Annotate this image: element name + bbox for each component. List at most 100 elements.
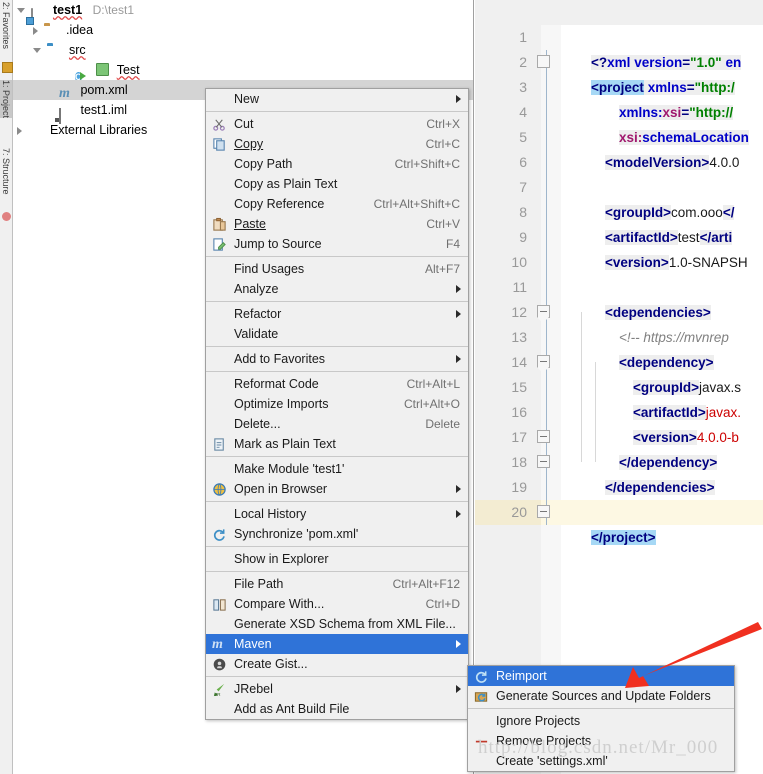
menu-item-label: Copy Path [234,157,293,171]
chevron-down-icon[interactable] [17,8,25,14]
menu-item-open-in-browser[interactable]: Open in Browser [206,479,468,499]
submenu-item-label: Ignore Projects [496,714,581,728]
menu-item-add-as-ant-build-file[interactable]: Add as Ant Build File [206,699,468,719]
menu-item-label: Create Gist... [234,657,308,671]
code-line-1: <?xml version="1.0" en [591,55,742,70]
menu-item-reformat-code[interactable]: Reformat Code Ctrl+Alt+L [206,374,468,394]
chevron-right-icon[interactable] [17,126,22,135]
chevron-right-icon[interactable] [33,26,38,35]
line-number: 16 [511,404,527,420]
tree-node-idea[interactable]: .idea [13,20,473,40]
menu-item-accel: Ctrl+Shift+C [394,157,460,171]
tree-node-label: Test [116,63,140,77]
submenu-arrow-icon [456,355,461,363]
menu-item-delete[interactable]: Delete... Delete [206,414,468,434]
code-line-18: </dependencies> [605,480,715,495]
menu-separator [206,501,468,502]
maven-m-icon: m [59,85,70,101]
java-class-icon: C [75,64,90,82]
menu-item-maven[interactable]: m Maven [206,634,468,654]
tree-node-label: External Libraries [49,123,148,137]
menu-item-accel: Ctrl+Alt+O [403,397,460,411]
menu-item-label: Add to Favorites [234,352,326,366]
menu-item-label: Analyze [234,282,279,296]
folder-blue-icon [47,44,62,58]
menu-item-create-gist[interactable]: Create Gist... [206,654,468,674]
tool-button-project[interactable]: 1: Project [0,80,12,119]
chevron-down-icon[interactable] [33,48,41,54]
module-path: D:\test1 [92,3,134,17]
menu-item-copy-path[interactable]: Copy Path Ctrl+Shift+C [206,154,468,174]
unlock-icon [96,63,110,76]
menu-item-new[interactable]: New [206,89,468,109]
code-line-2: <project xmlns="http:/ [591,80,735,95]
menu-item-synchronize[interactable]: Synchronize 'pom.xml' [206,524,468,544]
line-number: 8 [519,204,527,220]
menu-item-cut[interactable]: Cut Ctrl+X [206,114,468,134]
browser-icon [213,483,226,496]
menu-item-show-in-explorer[interactable]: Show in Explorer [206,549,468,569]
menu-item-find-usages[interactable]: Find Usages Alt+F7 [206,259,468,279]
menu-item-analyze[interactable]: Analyze [206,279,468,299]
menu-item-jrebel[interactable]: JR JRebel [206,679,468,699]
menu-item-add-to-favorites[interactable]: Add to Favorites [206,349,468,369]
line-number: 1 [519,29,527,45]
jrebel-icon: JR [213,683,225,697]
line-number: 7 [519,179,527,195]
menu-item-paste[interactable]: Paste Ctrl+V [206,214,468,234]
menu-item-label: Copy Reference [234,197,325,211]
tool-button-structure[interactable]: 7: Structure [0,148,12,195]
tree-node-test1[interactable]: test1 D:\test1 [13,0,473,24]
line-number: 18 [511,454,527,470]
fold-tri-dependency [537,367,549,373]
submenu-arrow-icon [456,285,461,293]
menu-item-accel: Ctrl+Alt+F12 [392,577,460,591]
menu-item-compare-with[interactable]: Compare With... Ctrl+D [206,594,468,614]
line-number: 5 [519,129,527,145]
code-line-16: <version>4.0.0-b [633,430,739,445]
fold-box-project[interactable] [537,55,550,68]
code-line-7: <groupId>com.ooo</ [605,205,735,220]
menu-item-accel: Ctrl+V [426,217,460,231]
menu-item-label: Refactor [234,307,282,321]
fold-box-dependencies-end[interactable] [537,455,550,468]
menu-item-refactor[interactable]: Refactor [206,304,468,324]
menu-item-label: New [234,92,260,106]
menu-item-make-module[interactable]: Make Module 'test1' [206,459,468,479]
submenu-item-ignore-projects[interactable]: Ignore Projects [468,711,734,731]
tree-node-src[interactable]: src [13,40,473,60]
menu-item-mark-as-plain-text[interactable]: Mark as Plain Text [206,434,468,454]
code-editor[interactable]: 1 2 3 4 5 6 7 8 9 10 11 12 13 14 15 16 1… [475,0,763,774]
menu-item-validate[interactable]: Validate [206,324,468,344]
tool-button-favorites[interactable]: 2: Favorites [0,2,12,49]
submenu-item-generate-sources[interactable]: Generate Sources and Update Folders [468,686,734,706]
submenu-item-reimport[interactable]: Reimport [468,666,734,686]
menu-item-local-history[interactable]: Local History [206,504,468,524]
menu-separator [206,676,468,677]
code-line-9: <version>1.0-SNAPSH [605,255,748,270]
favorites-icon [2,62,13,73]
module-icon [31,4,46,24]
line-number: 13 [511,329,527,345]
menu-item-label: Make Module 'test1' [234,462,345,476]
menu-item-copy-as-plain-text[interactable]: Copy as Plain Text [206,174,468,194]
menu-item-label: Maven [234,637,272,651]
line-number: 2 [519,54,527,70]
menu-item-copy[interactable]: Copy Ctrl+C [206,134,468,154]
menu-separator [206,371,468,372]
code-line-20: </project> [591,530,656,545]
menu-item-file-path[interactable]: File Path Ctrl+Alt+F12 [206,574,468,594]
line-number: 20 [511,504,527,520]
menu-item-optimize-imports[interactable]: Optimize Imports Ctrl+Alt+O [206,394,468,414]
fold-box-project-end[interactable] [537,505,550,518]
menu-item-label: Copy as Plain Text [234,177,338,191]
tree-node-test-class[interactable]: C Test [13,60,473,82]
menu-item-copy-reference[interactable]: Copy Reference Ctrl+Alt+Shift+C [206,194,468,214]
menu-item-jump-to-source[interactable]: Jump to Source F4 [206,234,468,254]
tree-node-label: .idea [65,23,94,37]
tree-node-label: src [68,43,86,57]
menu-item-generate-xsd-schema[interactable]: Generate XSD Schema from XML File... [206,614,468,634]
fold-box-dependency-end[interactable] [537,430,550,443]
scissors-icon [213,119,225,131]
menu-item-label: Compare With... [234,597,325,611]
